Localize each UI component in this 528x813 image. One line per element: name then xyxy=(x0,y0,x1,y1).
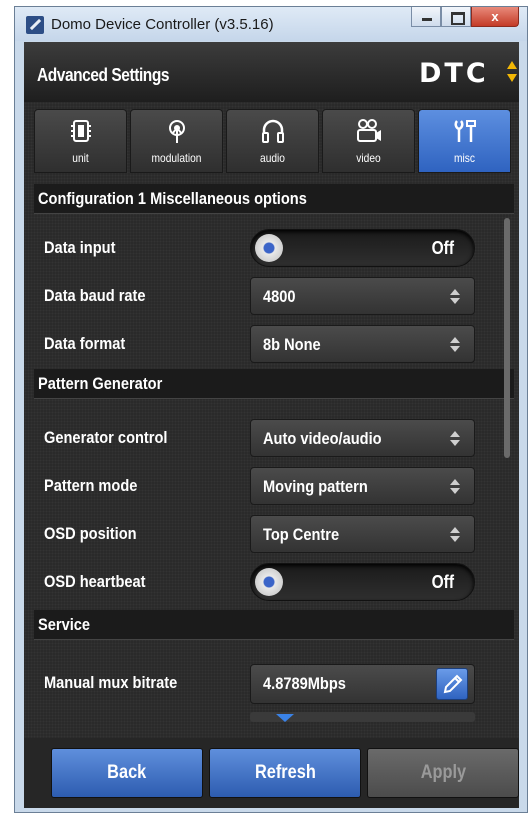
tab-video[interactable]: video xyxy=(322,109,415,173)
apply-button[interactable]: Apply xyxy=(367,748,519,798)
data-format-label: Data format xyxy=(44,334,126,353)
section-header-pattern: Pattern Generator xyxy=(34,369,514,399)
antenna-icon xyxy=(131,118,222,149)
window-controls: x xyxy=(411,7,519,27)
toggle-state: Off xyxy=(431,238,454,258)
manual-mux-bitrate-label: Manual mux bitrate xyxy=(44,673,178,692)
updown-arrows-icon xyxy=(450,527,460,543)
headphones-icon xyxy=(227,118,318,149)
select-value: Auto video/audio xyxy=(263,429,382,448)
tab-bar: unit modulation audio video misc xyxy=(34,109,519,177)
osd-heartbeat-label: OSD heartbeat xyxy=(44,572,146,591)
generator-control-select[interactable]: Auto video/audio xyxy=(250,419,475,457)
tab-label: misc xyxy=(454,151,475,165)
tab-label: modulation xyxy=(151,151,202,165)
tab-unit[interactable]: unit xyxy=(34,109,127,173)
section-header-service: Service xyxy=(34,610,514,640)
tab-label: video xyxy=(356,151,381,165)
select-value: Top Centre xyxy=(263,525,340,544)
pencil-icon xyxy=(443,674,463,694)
edit-bitrate-button[interactable] xyxy=(436,668,468,700)
toggle-knob xyxy=(255,234,283,262)
data-baud-rate-select[interactable]: 4800 xyxy=(250,277,475,315)
data-input-toggle[interactable]: Off xyxy=(250,229,475,267)
logo-arrows-icon xyxy=(506,59,518,91)
updown-arrows-icon xyxy=(450,479,460,495)
tab-misc[interactable]: misc xyxy=(418,109,511,173)
updown-arrows-icon xyxy=(450,431,460,447)
select-value: 4800 xyxy=(263,287,296,306)
osd-position-select[interactable]: Top Centre xyxy=(250,515,475,553)
app-window: Domo Device Controller (v3.5.16) x Advan… xyxy=(14,6,528,813)
app-content: Advanced Settings DTC unit modulation au… xyxy=(24,42,519,808)
updown-arrows-icon xyxy=(450,289,460,305)
tab-modulation[interactable]: modulation xyxy=(130,109,223,173)
data-baud-rate-label: Data baud rate xyxy=(44,286,146,305)
tab-label: audio xyxy=(260,151,285,165)
header: Advanced Settings DTC xyxy=(24,42,519,102)
minimize-button[interactable] xyxy=(411,7,441,27)
title-bar[interactable]: Domo Device Controller (v3.5.16) x xyxy=(15,7,527,41)
dtc-logo: DTC xyxy=(419,58,489,89)
osd-heartbeat-toggle[interactable]: Off xyxy=(250,563,475,601)
tools-icon xyxy=(419,118,510,149)
tab-audio[interactable]: audio xyxy=(226,109,319,173)
data-input-label: Data input xyxy=(44,238,116,257)
toggle-knob xyxy=(255,568,283,596)
osd-position-label: OSD position xyxy=(44,524,137,543)
close-button[interactable]: x xyxy=(471,7,519,27)
camera-icon xyxy=(323,118,414,149)
pattern-mode-label: Pattern mode xyxy=(44,476,138,495)
toggle-state: Off xyxy=(431,572,454,592)
refresh-button[interactable]: Refresh xyxy=(209,748,361,798)
field-value: 4.8789Mbps xyxy=(263,674,346,693)
data-format-select[interactable]: 8b None xyxy=(250,325,475,363)
window-title: Domo Device Controller (v3.5.16) xyxy=(51,16,274,33)
pattern-mode-select[interactable]: Moving pattern xyxy=(250,467,475,505)
back-button[interactable]: Back xyxy=(51,748,203,798)
maximize-button[interactable] xyxy=(441,7,471,27)
select-value: 8b None xyxy=(263,335,321,354)
chip-icon xyxy=(35,118,126,149)
scroll-down-icon[interactable] xyxy=(276,714,294,722)
generator-control-label: Generator control xyxy=(44,428,168,447)
page-title: Advanced Settings xyxy=(37,65,170,85)
updown-arrows-icon xyxy=(450,337,460,353)
section-header-misc: Configuration 1 Miscellaneous options xyxy=(34,184,514,214)
scrollbar[interactable] xyxy=(504,218,510,458)
footer: Back Refresh Apply xyxy=(24,738,519,808)
tab-label: unit xyxy=(72,151,89,165)
select-value: Moving pattern xyxy=(263,477,368,496)
app-icon xyxy=(26,16,44,34)
